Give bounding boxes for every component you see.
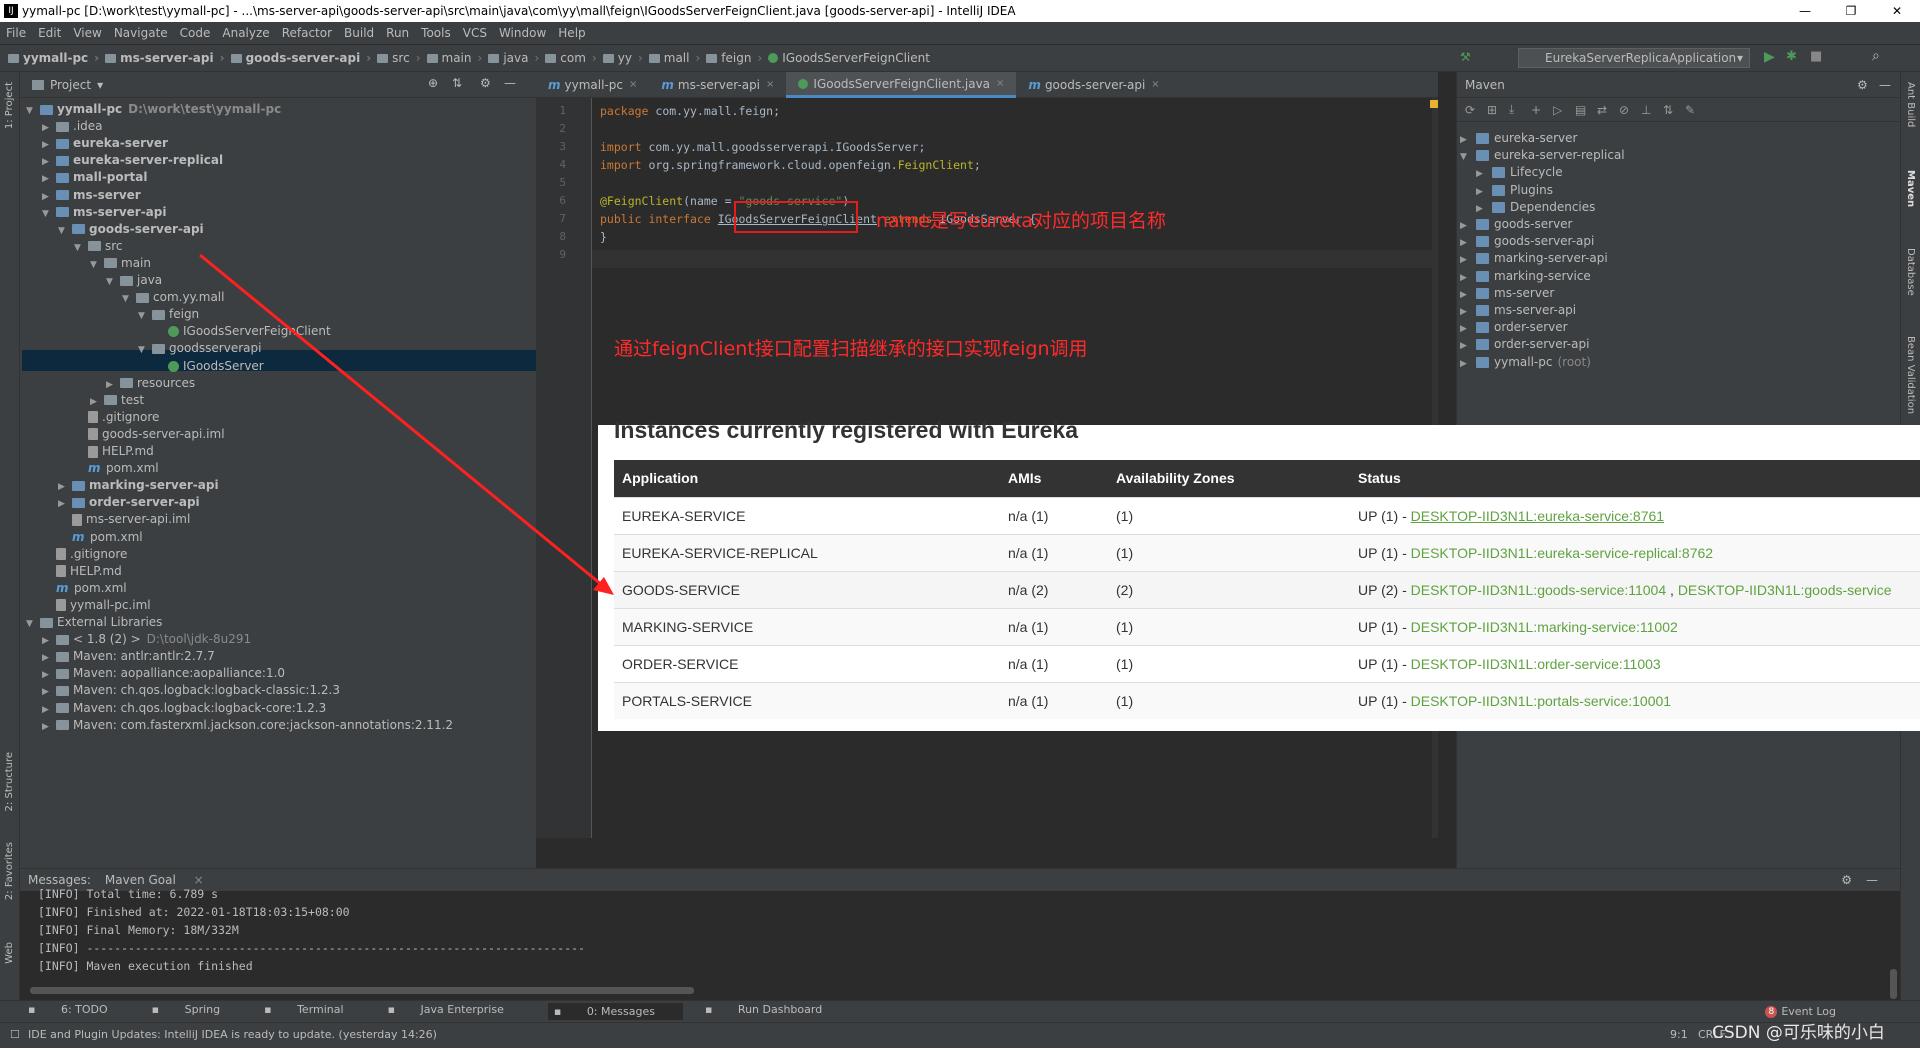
tool-window-bar: ▪ 6: TODO ▪ Spring ▪ Terminal ▪ Java Enterp…	[0, 1000, 1920, 1022]
spring-icon: ▪	[151, 1003, 163, 1016]
tool-window-button[interactable]: ▪ 6: TODO	[28, 1003, 130, 1020]
terminal-icon: ▪	[264, 1003, 276, 1016]
close-icon[interactable]: ×	[194, 873, 204, 887]
event-count-badge: 8	[1765, 1005, 1778, 1018]
tool-window-label: Java Enterprise	[420, 1003, 504, 1016]
log-line: [INFO] Final Memory: 18M/332M	[38, 923, 239, 937]
messages-panel: Messages: Maven Goal × ⚙ — [INFO] Total …	[20, 868, 1900, 1000]
maven-goal-tab-label: Maven Goal	[104, 873, 176, 887]
tool-window-label: 0: Messages	[586, 1005, 655, 1018]
event-log-button[interactable]: 8 Event Log	[1765, 1005, 1858, 1018]
tool-window-label: Run Dashboard	[737, 1003, 823, 1016]
tool-window-label: Spring	[184, 1003, 221, 1016]
log-line: [INFO] Total time: 6.789 s	[38, 887, 219, 901]
tool-window-button[interactable]: ▪ Terminal	[264, 1003, 365, 1020]
caret-position[interactable]: 9:1	[1670, 1023, 1688, 1047]
vertical-scrollbar[interactable]	[1890, 969, 1897, 999]
java-enterprise-icon: ▪	[387, 1003, 399, 1016]
horizontal-scrollbar[interactable]	[30, 987, 694, 994]
log-line: [INFO] Maven execution finished	[38, 959, 253, 973]
tool-window-button[interactable]: ▪ Spring	[152, 1003, 242, 1020]
tool-window-label: 6: TODO	[60, 1003, 108, 1016]
hide-icon[interactable]: —	[1866, 869, 1878, 891]
todo-icon: ▪	[28, 1003, 39, 1016]
status-bar: ☐ IDE and Plugin Updates: IntelliJ IDEA …	[0, 1022, 1920, 1048]
run-dashboard-icon: ▪	[704, 1003, 716, 1016]
tool-window-button[interactable]: ▪ 0: Messages	[547, 1003, 683, 1020]
tool-window-button[interactable]: ▪ Java Enterprise	[388, 1003, 526, 1020]
notification-icon[interactable]: ☐	[10, 1023, 20, 1047]
tool-window-label: Terminal	[297, 1003, 344, 1016]
csdn-watermark: CSDN @可乐味的小白	[1712, 1023, 1885, 1043]
status-message[interactable]: IDE and Plugin Updates: IntelliJ IDEA is…	[28, 1028, 437, 1041]
tool-window-button[interactable]: ▪ Run Dashboard	[705, 1003, 844, 1020]
log-line: [INFO] ---------------------------------…	[38, 941, 585, 955]
event-log-label: Event Log	[1781, 1005, 1836, 1018]
log-line: [INFO] Finished at: 2022-01-18T18:03:15+…	[38, 905, 350, 919]
gear-icon[interactable]: ⚙	[1841, 869, 1852, 891]
messages-icon: ▪	[553, 1005, 565, 1018]
messages-panel-header: Messages: Maven Goal × ⚙ —	[20, 869, 1900, 891]
